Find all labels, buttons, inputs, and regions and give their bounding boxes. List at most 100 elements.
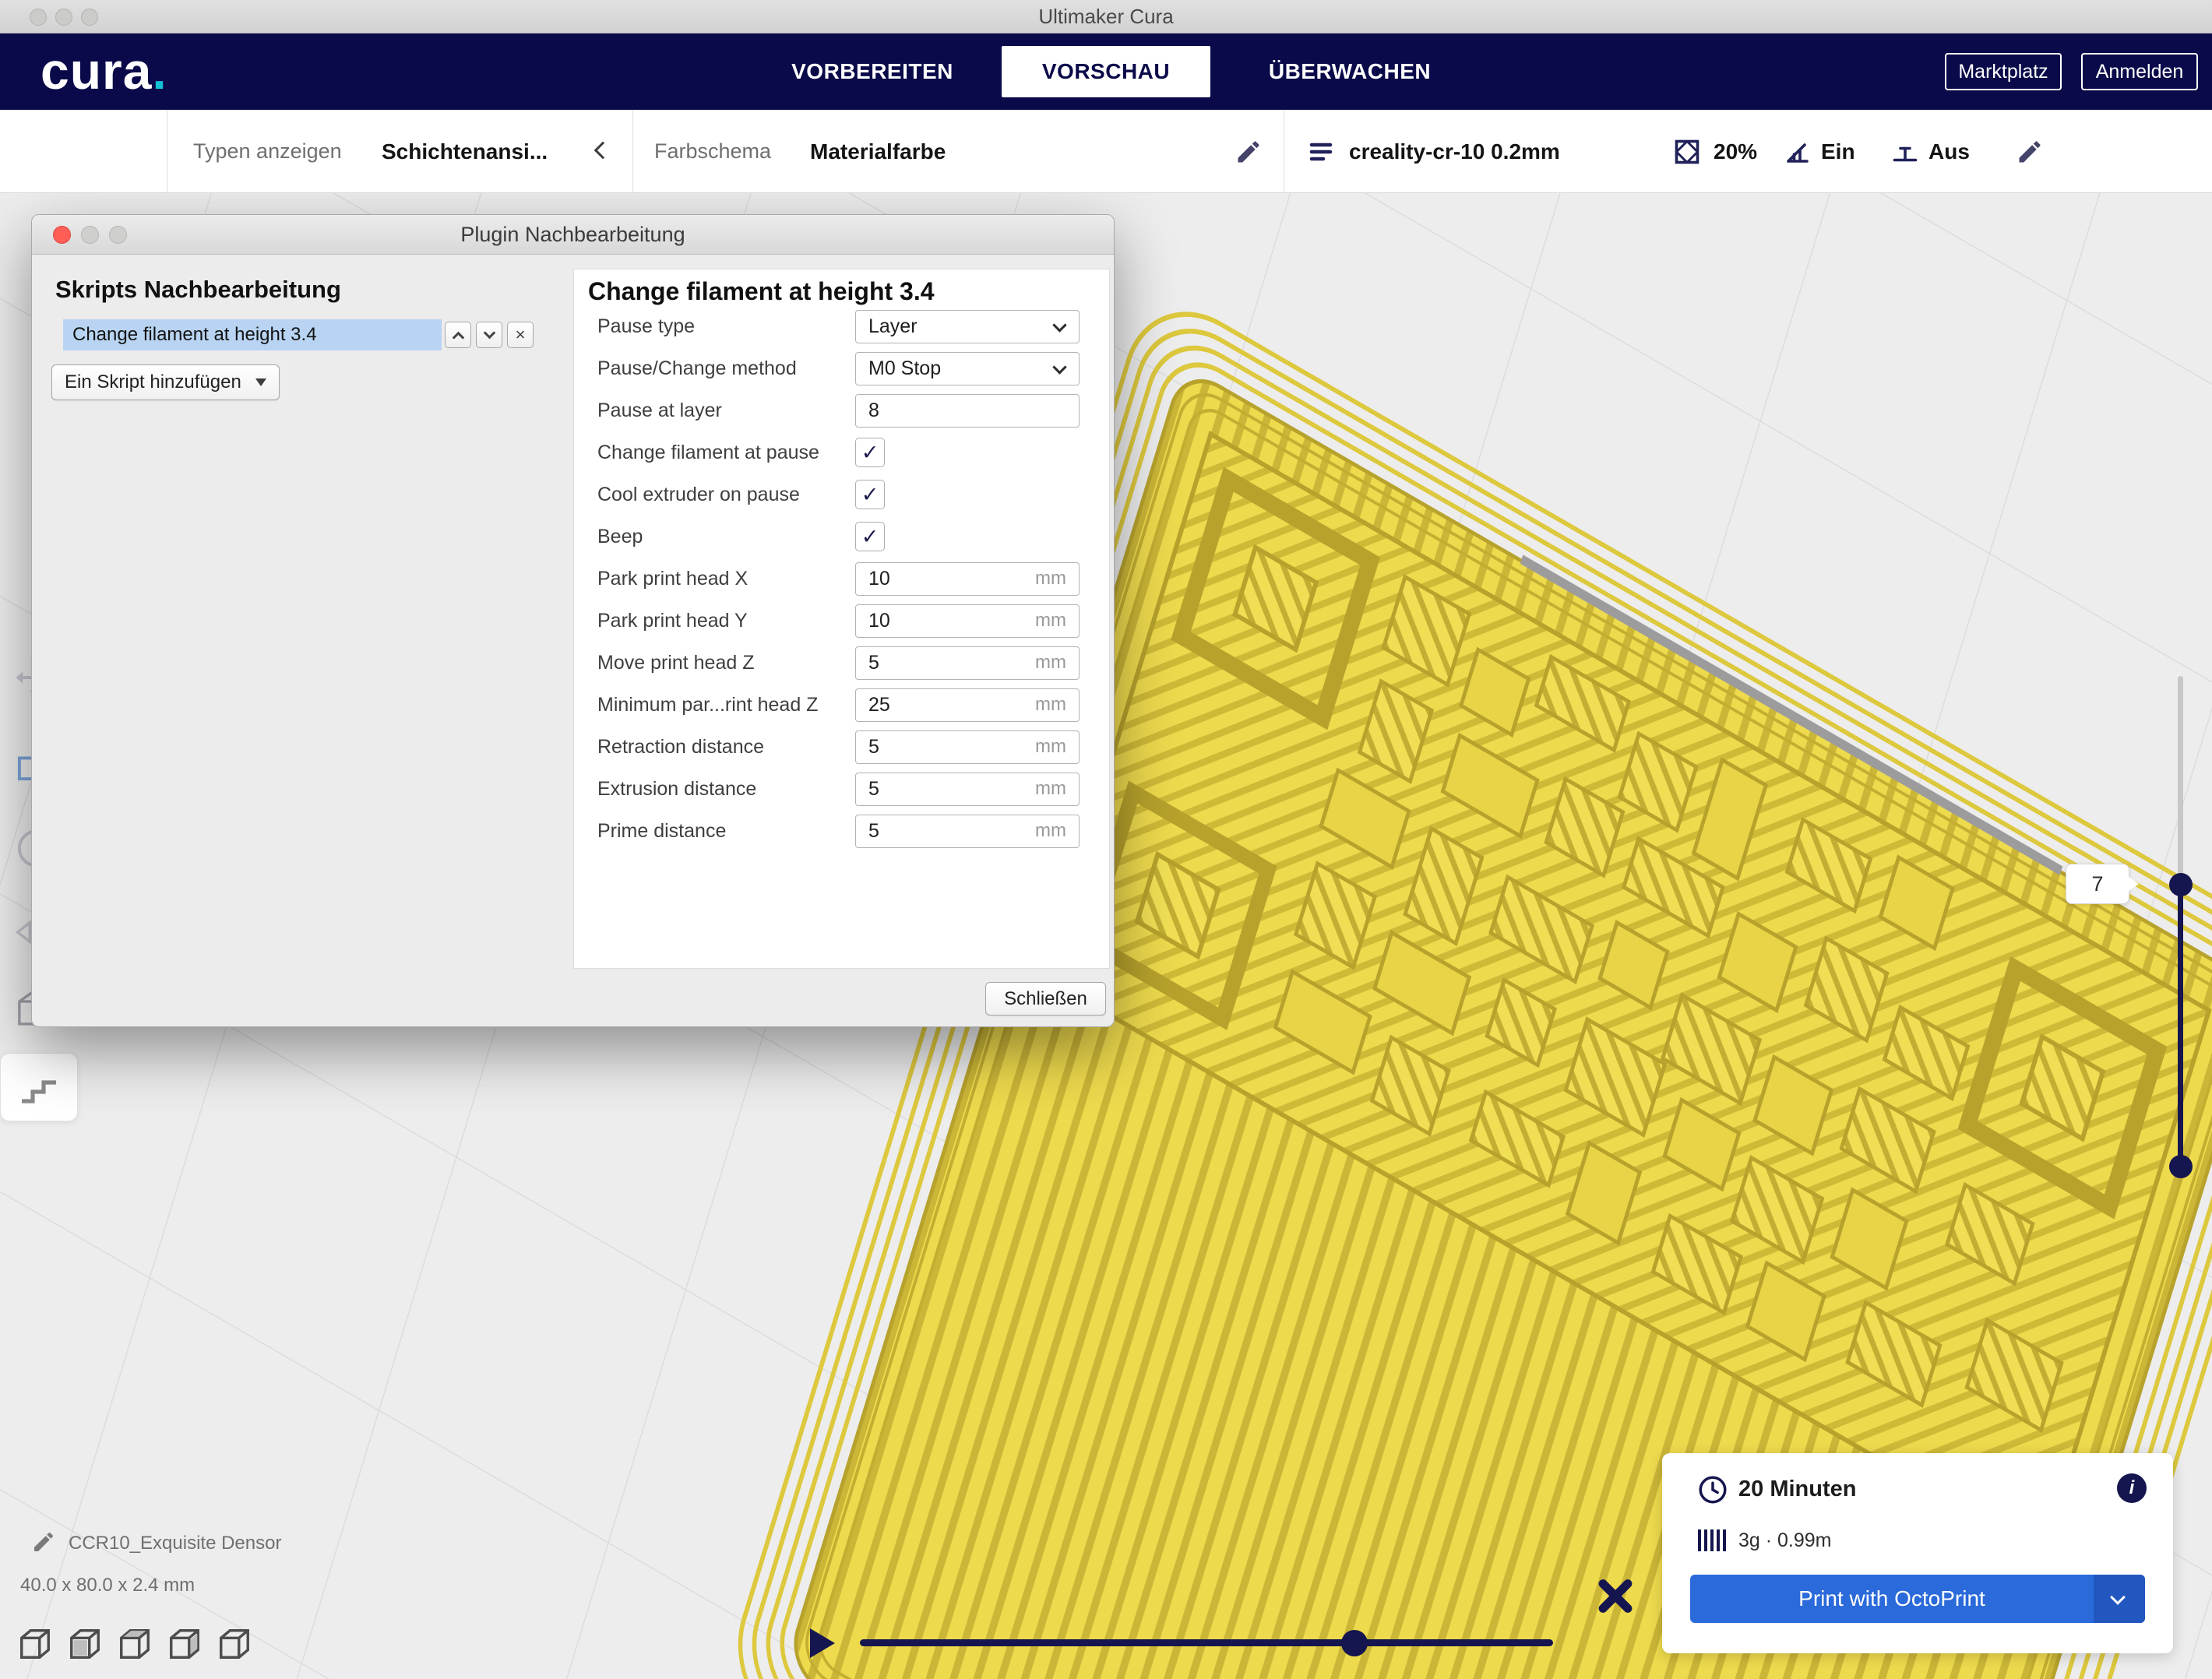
stairs-icon [17,1068,61,1107]
pause-method-select[interactable]: M0 Stop [855,352,1080,385]
view-type-dropdown[interactable]: Schichtenansi... [382,110,548,193]
remove-script-button[interactable]: × [507,322,534,348]
retraction-distance-input[interactable]: 5mm [855,730,1080,764]
field-row: Prime distance 5mm [574,810,1109,852]
color-scheme-dropdown[interactable]: Materialfarbe [810,110,946,193]
park-head-x-input[interactable]: 10mm [855,562,1080,596]
color-scheme-label: Farbschema [654,110,771,193]
current-layer-bubble[interactable]: 7 [2066,864,2129,904]
support-icon[interactable] [1784,138,1812,166]
field-row: Minimum par...rint head Z 25mm [574,684,1109,726]
scripts-heading: Skripts Nachbearbeitung [55,276,341,304]
script-list-item-selected[interactable]: Change filament at height 3.4 [63,319,442,350]
tab-monitor[interactable]: ÜBERWACHEN [1237,33,1463,110]
field-row: Park print head Y 10mm [574,600,1109,642]
dialog-minimize-button[interactable] [81,226,99,244]
view-right-icon[interactable] [217,1626,252,1662]
support-value[interactable]: Ein [1821,110,1855,193]
dialog-title: Plugin Nachbearbeitung [32,215,1114,255]
timeline-track[interactable] [860,1639,1553,1646]
material-icon [1698,1529,1729,1551]
cool-extruder-checkbox[interactable]: ✓ [855,480,885,509]
edit-pencil-icon[interactable] [2016,138,2044,166]
rename-pencil-icon[interactable] [31,1529,56,1554]
field-row: Cool extruder on pause ✓ [574,473,1109,516]
view-left-icon[interactable] [167,1626,203,1662]
infill-value[interactable]: 20% [1714,110,1757,193]
marketplace-button[interactable]: Marktplatz [1945,53,2062,90]
print-options-dropdown[interactable] [2094,1575,2145,1623]
print-time: 20 Minuten [1738,1477,1856,1502]
layer-slider-handle-bottom[interactable] [2169,1155,2193,1178]
window-minimize-button[interactable] [55,9,72,26]
park-head-y-input[interactable]: 10mm [855,604,1080,638]
field-row: Pause/Change method M0 Stop [574,347,1109,389]
infill-icon[interactable] [1673,138,1701,166]
info-icon[interactable]: i [2117,1473,2147,1503]
cura-logo: cura. [41,33,167,110]
mesh-type-tool[interactable] [0,1053,78,1121]
play-button[interactable] [810,1628,835,1658]
adhesion-value[interactable]: Aus [1928,110,1970,193]
timeline-handle[interactable] [1341,1630,1368,1656]
wrench-icon[interactable] [1590,1572,1640,1621]
dialog-titlebar: Plugin Nachbearbeitung [32,215,1114,255]
pause-type-select[interactable]: Layer [855,310,1080,343]
close-dialog-button[interactable]: Schließen [985,982,1106,1015]
layer-slider-handle-top[interactable] [2169,873,2193,896]
tab-prepare[interactable]: VORBEREITEN [759,33,985,110]
field-row: Beep ✓ [574,516,1109,558]
field-row: Change filament at pause ✓ [574,431,1109,473]
script-settings-card: Change filament at height 3.4 Pause type… [573,269,1110,969]
post-processing-dialog: Plugin Nachbearbeitung Skripts Nachbearb… [31,214,1115,1027]
material-usage: 3g · 0.99m [1738,1529,1832,1552]
move-script-up-button[interactable] [445,322,471,348]
print-octoprint-button[interactable]: Print with OctoPrint [1690,1575,2145,1623]
view-settings-toolbar: Typen anzeigen Schichtenansi... Farbsche… [0,110,2212,193]
change-filament-checkbox[interactable]: ✓ [855,438,885,467]
print-button-label: Print with OctoPrint [1690,1575,2094,1623]
field-row: Extrusion distance 5mm [574,768,1109,810]
dialog-zoom-button[interactable] [109,226,127,244]
window-zoom-button[interactable] [81,9,98,26]
add-script-button[interactable]: Ein Skript hinzufügen [51,364,280,400]
app-header: cura. VORBEREITEN VORSCHAU ÜBERWACHEN Ma… [0,33,2212,110]
chevron-down-icon [1052,360,1066,374]
layers-icon[interactable] [1307,138,1335,166]
printer-profile-button[interactable]: creality-cr-10 0.2mm [1349,110,1560,193]
window-close-button[interactable] [30,9,47,26]
field-row: Pause at layer 8 [574,389,1109,431]
view-top-icon[interactable] [117,1626,153,1662]
view-type-label: Typen anzeigen [193,110,342,193]
print-summary-panel: 20 Minuten i 3g · 0.99m Print with OctoP… [1662,1453,2173,1653]
prime-distance-input[interactable]: 5mm [855,815,1080,848]
window-title: Ultimaker Cura [0,0,2212,33]
layer-slider-range[interactable] [2178,885,2183,1167]
chevron-down-icon [2110,1589,2126,1605]
chevron-up-icon [452,331,464,343]
dialog-close-button[interactable] [53,226,71,244]
field-row: Pause type Layer [574,305,1109,347]
field-row: Retraction distance 5mm [574,726,1109,768]
sign-in-button[interactable]: Anmelden [2081,53,2198,90]
chevron-left-icon[interactable] [594,142,612,160]
dropdown-triangle-icon [255,378,266,386]
move-script-down-button[interactable] [476,322,502,348]
move-head-z-input[interactable]: 5mm [855,646,1080,680]
view-front-icon[interactable] [67,1626,103,1662]
min-park-head-z-input[interactable]: 25mm [855,688,1080,722]
chevron-down-icon [1052,318,1066,332]
divider [632,110,633,192]
view-3d-icon[interactable] [17,1626,53,1662]
beep-checkbox[interactable]: ✓ [855,522,885,551]
pause-at-layer-input[interactable]: 8 [855,394,1080,428]
model-dimensions: 40.0 x 80.0 x 2.4 mm [20,1575,195,1596]
script-settings-heading: Change filament at height 3.4 [574,269,1109,305]
adhesion-icon[interactable] [1891,138,1919,166]
model-name: CCR10_Exquisite Densor [69,1533,281,1554]
edit-pencil-icon[interactable] [1235,138,1263,166]
field-row: Park print head X 10mm [574,558,1109,600]
tab-preview[interactable]: VORSCHAU [1002,46,1210,97]
clock-icon [1696,1473,1729,1506]
extrusion-distance-input[interactable]: 5mm [855,773,1080,806]
